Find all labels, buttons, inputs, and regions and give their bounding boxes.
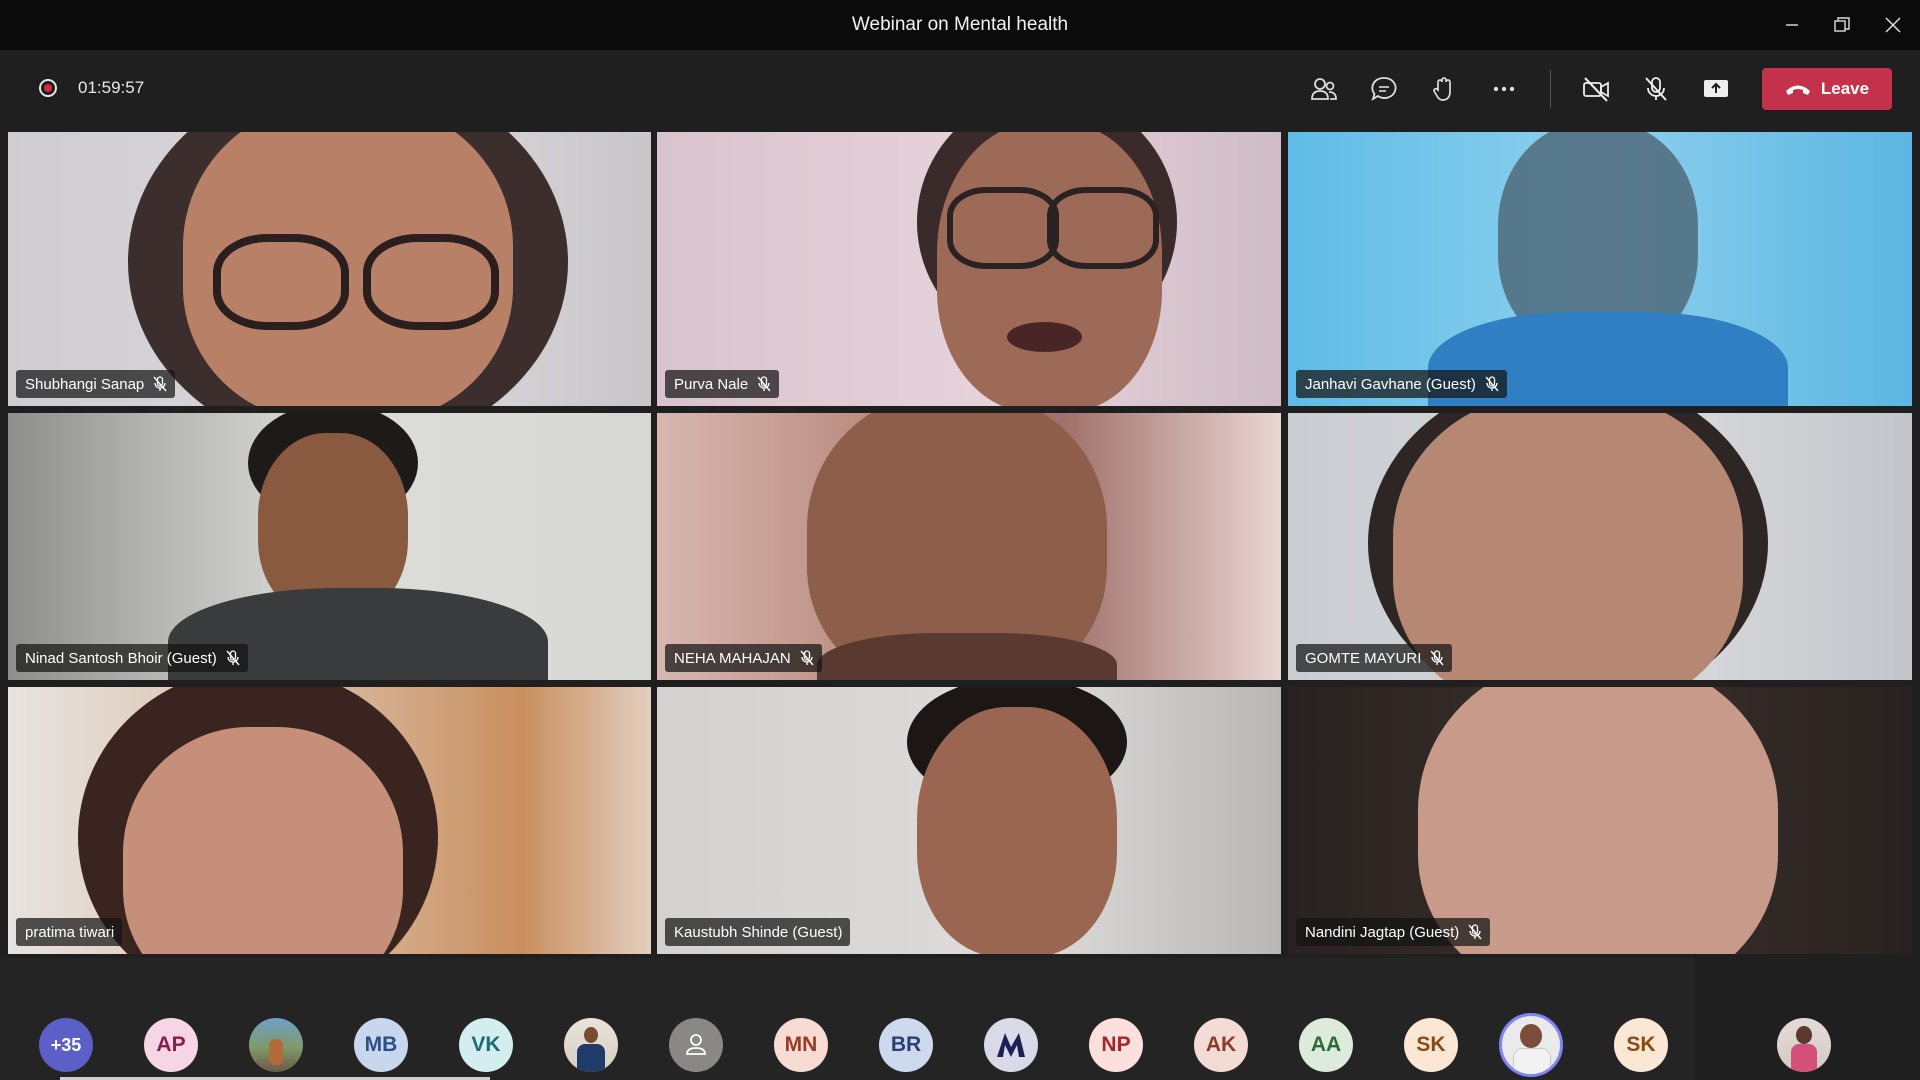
participant-nametag: GOMTE MAYURI [1296, 644, 1453, 672]
logo-icon [997, 1033, 1025, 1057]
raise-hand-icon[interactable] [1422, 68, 1466, 110]
video-tile[interactable]: pratima tiwari [8, 687, 651, 954]
people-icon[interactable] [1302, 68, 1346, 110]
participant-nametag: Nandini Jagtap (Guest) [1296, 918, 1491, 946]
avatar-initials: VK [471, 1033, 501, 1056]
video-tile[interactable]: Shubhangi Sanap [8, 132, 651, 406]
close-icon[interactable] [1873, 10, 1913, 40]
participant-name: pratima tiwari [25, 923, 115, 941]
participant-avatar-default[interactable] [669, 1018, 723, 1072]
participant-avatar[interactable]: MN [774, 1018, 828, 1072]
participant-avatar[interactable]: MB [354, 1018, 408, 1072]
participant-avatar-photo[interactable] [564, 1018, 618, 1072]
avatar-initials: AP [156, 1033, 186, 1056]
participant-avatar[interactable]: SK [1614, 1018, 1668, 1072]
mic-off-icon [800, 650, 814, 666]
participant-name: Purva Nale [674, 375, 749, 393]
participant-avatar[interactable]: SK [1404, 1018, 1458, 1072]
mic-off-icon[interactable] [1634, 68, 1678, 110]
participant-avatar[interactable]: BR [879, 1018, 933, 1072]
mic-off-icon [153, 376, 167, 392]
avatar-initials: MB [364, 1033, 398, 1056]
participant-avatar-photo-speaking[interactable] [1499, 1013, 1563, 1077]
participant-nametag: Ninad Santosh Bhoir (Guest) [16, 644, 248, 672]
video-tile[interactable]: Purva Nale [657, 132, 1281, 406]
participant-nametag: Kaustubh Shinde (Guest) [665, 918, 851, 946]
avatar-initials: AA [1310, 1033, 1342, 1056]
chat-icon[interactable] [1362, 68, 1406, 110]
video-tile[interactable]: GOMTE MAYURI [1288, 413, 1912, 680]
video-grid: Shubhangi Sanap Purva Nale Janhavi Gavha… [8, 132, 1912, 954]
participant-name: Kaustubh Shinde (Guest) [674, 923, 843, 941]
mic-off-icon [226, 650, 240, 666]
participant-avatar-logo[interactable] [984, 1018, 1038, 1072]
participant-avatar-photo[interactable] [249, 1018, 303, 1072]
avatar-initials: MN [784, 1033, 818, 1056]
meeting-title: Webinar on Mental health [851, 14, 1069, 35]
participant-nametag: Shubhangi Sanap [16, 370, 176, 398]
avatar-initials: SK [1416, 1033, 1446, 1056]
overflow-count: +35 [50, 1034, 82, 1055]
mic-off-icon [1468, 924, 1482, 940]
title-bar: Webinar on Mental health [0, 0, 1920, 50]
participant-name: Ninad Santosh Bhoir (Guest) [25, 649, 217, 667]
person-icon [686, 1034, 706, 1055]
avatar-initials: SK [1626, 1033, 1656, 1056]
overflow-count-badge[interactable]: +35 [39, 1018, 93, 1072]
meeting-timer: 01:59:57 [78, 78, 145, 97]
toolbar-divider [1550, 70, 1551, 108]
video-tile[interactable]: NEHA MAHAJAN [657, 413, 1281, 680]
participant-avatar[interactable]: AK [1194, 1018, 1248, 1072]
meeting-toolbar: 01:59:57 Leave [0, 50, 1920, 128]
participant-avatar[interactable]: AP [144, 1018, 198, 1072]
leave-button[interactable]: Leave [1762, 68, 1892, 110]
avatar-initials: NP [1101, 1033, 1131, 1056]
avatar-initials: AK [1205, 1033, 1237, 1056]
more-icon[interactable] [1482, 68, 1526, 110]
leave-label: Leave [1820, 79, 1870, 98]
mic-off-icon [757, 376, 771, 392]
video-tile[interactable]: Ninad Santosh Bhoir (Guest) [8, 413, 651, 680]
participant-avatar[interactable]: AA [1299, 1018, 1353, 1072]
restore-icon[interactable] [1822, 10, 1862, 40]
video-tile[interactable]: Nandini Jagtap (Guest) [1288, 687, 1912, 954]
participant-nametag: Purva Nale [665, 370, 780, 398]
participant-nametag: Janhavi Gavhane (Guest) [1296, 370, 1507, 398]
phone-hangup-icon [1785, 85, 1810, 95]
recording-icon [39, 79, 57, 97]
participant-name: Shubhangi Sanap [25, 375, 145, 393]
share-screen-icon[interactable] [1694, 68, 1738, 110]
avatar-initials: BR [890, 1033, 922, 1056]
self-avatar-photo[interactable] [1777, 1018, 1831, 1072]
participant-name: GOMTE MAYURI [1305, 649, 1422, 667]
participant-avatar[interactable]: NP [1089, 1018, 1143, 1072]
participant-name: NEHA MAHAJAN [674, 649, 791, 667]
mic-off-icon [1430, 650, 1444, 666]
video-tile[interactable]: Janhavi Gavhane (Guest) [1288, 132, 1912, 406]
video-tile[interactable]: Kaustubh Shinde (Guest) [657, 687, 1281, 954]
participant-strip: +35 AP MB VK MN BR NP AK AA SK SK [0, 958, 1920, 1080]
participant-nametag: pratima tiwari [16, 918, 123, 946]
camera-off-icon[interactable] [1574, 68, 1618, 110]
participant-name: Nandini Jagtap (Guest) [1305, 923, 1460, 941]
minimize-icon[interactable] [1772, 10, 1812, 40]
participant-nametag: NEHA MAHAJAN [665, 644, 822, 672]
participant-avatar[interactable]: VK [459, 1018, 513, 1072]
mic-off-icon [1485, 376, 1499, 392]
participant-name: Janhavi Gavhane (Guest) [1305, 375, 1476, 393]
